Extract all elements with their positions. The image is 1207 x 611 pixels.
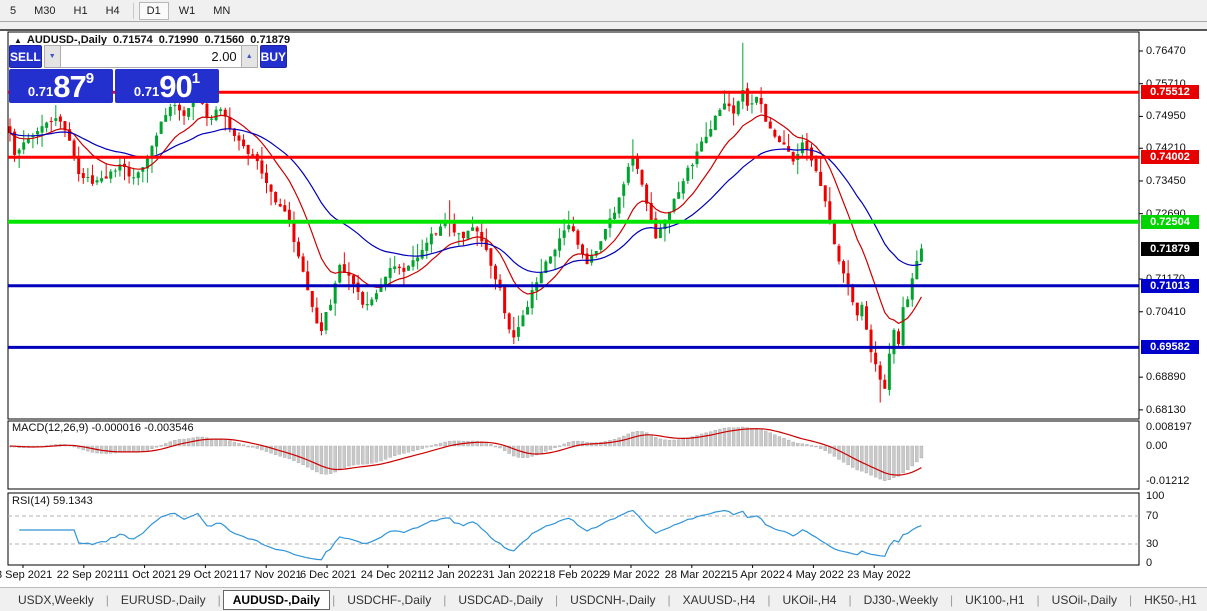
timeframe-button-h4[interactable]: H4 xyxy=(98,2,128,20)
sell-price-main: 87 xyxy=(53,69,86,104)
tab-separator: | xyxy=(767,592,771,607)
timeframe-button-mn[interactable]: MN xyxy=(205,2,238,20)
chart-tab-bar: USDX,Weekly | EURUSD-,Daily | AUDUSD-,Daily |… xyxy=(0,587,1207,611)
date-axis-label: 29 Oct 2021 xyxy=(178,569,239,581)
date-axis-label: 12 Jan 2022 xyxy=(421,569,483,581)
trading-platform-window: 5 M30 H1 H4 D1 W1 MN ▲ AUDUSD-,Daily 0.71574 0.71… xyxy=(0,0,1207,611)
tab-separator: | xyxy=(950,592,954,607)
chart-tab-ukoil-h4[interactable]: UKOil-,H4 xyxy=(772,591,846,609)
date-axis-label: 31 Jan 2022 xyxy=(482,569,543,581)
date-axis-label: 28 Mar 2022 xyxy=(664,569,727,581)
volume-stepper: ▼ ▲ xyxy=(43,45,258,68)
date-axis-label: 23 May 2022 xyxy=(847,569,911,581)
buy-price-box[interactable]: 0.71 90 1 xyxy=(115,69,219,103)
macd-scale-tick: 0.00 xyxy=(1146,440,1168,452)
rsi-scale-tick: 70 xyxy=(1146,510,1159,522)
chart-tab-usoil-daily[interactable]: USOil-,Daily xyxy=(1042,591,1127,609)
chart-tab-audusd-daily[interactable]: AUDUSD-,Daily xyxy=(222,589,331,610)
buy-price-prefix: 0.71 xyxy=(133,84,160,99)
rsi-indicator-label: RSI(14) 59.1343 xyxy=(12,495,93,507)
timeframe-button-m30[interactable]: M30 xyxy=(26,2,63,20)
date-axis-label: 15 Apr 2022 xyxy=(725,569,785,581)
macd-indicator-label: MACD(12,26,9) -0.000016 -0.003546 xyxy=(12,422,194,434)
chart-tab-xauusd-h4[interactable]: XAUUSD-,H4 xyxy=(673,591,766,609)
price-level-badge: 0.69582 xyxy=(1141,340,1199,354)
date-axis-label: 11 Oct 2021 xyxy=(117,569,177,581)
price-level-badge: 0.71879 xyxy=(1141,242,1199,256)
date-axis-label: 9 Mar 2022 xyxy=(604,569,660,581)
date-axis-label: 3 Sep 2021 xyxy=(0,569,53,581)
tab-separator: | xyxy=(217,592,221,607)
tab-separator: | xyxy=(848,592,852,607)
tab-separator: | xyxy=(332,592,336,607)
buy-button[interactable]: BUY xyxy=(259,45,288,68)
rsi-scale-tick: 100 xyxy=(1146,490,1165,502)
buy-price-pip: 1 xyxy=(191,70,201,87)
sell-price-box[interactable]: 0.71 87 9 xyxy=(9,69,113,103)
collapse-triangle-icon[interactable]: ▲ xyxy=(14,36,22,45)
date-axis-label: 6 Dec 2021 xyxy=(300,569,357,581)
price-axis-tick: 0.73450 xyxy=(1146,175,1186,187)
tab-separator: | xyxy=(1129,592,1133,607)
date-axis-label: 24 Dec 2021 xyxy=(360,569,424,581)
chart-tab-usdx-weekly[interactable]: USDX,Weekly xyxy=(8,591,104,609)
volume-decrease-button[interactable]: ▼ xyxy=(43,45,61,68)
rsi-scale-tick: 0 xyxy=(1146,557,1153,569)
date-axis-label: 17 Nov 2021 xyxy=(239,569,302,581)
tab-separator: | xyxy=(105,592,109,607)
tab-separator: | xyxy=(667,592,671,607)
chart-tab-usdcad-daily[interactable]: USDCAD-,Daily xyxy=(448,591,553,609)
sell-price-pip: 9 xyxy=(85,70,95,87)
buy-price-main: 90 xyxy=(159,69,192,104)
timeframe-button-5[interactable]: 5 xyxy=(2,2,24,20)
volume-input[interactable] xyxy=(60,45,241,68)
date-axis-label: 18 Feb 2022 xyxy=(543,569,605,581)
chart-window: ▲ AUDUSD-,Daily 0.71574 0.71990 0.71560 0.718… xyxy=(0,29,1207,587)
timeframe-button-d1[interactable]: D1 xyxy=(138,1,169,20)
rsi-scale-tick: 30 xyxy=(1146,538,1159,550)
sell-price-prefix: 0.71 xyxy=(27,84,54,99)
tab-separator: | xyxy=(1036,592,1040,607)
tab-separator: | xyxy=(443,592,447,607)
toolbar-separator xyxy=(132,2,134,19)
chart-tab-usdcnh-daily[interactable]: USDCNH-,Daily xyxy=(560,591,665,609)
date-axis-label: 4 May 2022 xyxy=(786,569,844,581)
chart-tab-uk100-h1[interactable]: UK100-,H1 xyxy=(955,591,1034,609)
price-axis-tick: 0.70410 xyxy=(1146,306,1186,318)
date-axis-label: 22 Sep 2021 xyxy=(56,569,120,581)
pane-borders xyxy=(7,31,1140,566)
timeframe-button-w1[interactable]: W1 xyxy=(171,2,204,20)
sell-button[interactable]: SELL xyxy=(9,45,42,68)
macd-scale-tick: -0.01212 xyxy=(1146,475,1190,487)
price-axis-tick: 0.68130 xyxy=(1146,404,1186,416)
timeframe-button-h1[interactable]: H1 xyxy=(66,2,96,20)
timeframe-toolbar: 5 M30 H1 H4 D1 W1 MN xyxy=(0,0,1207,22)
volume-increase-button[interactable]: ▲ xyxy=(240,45,258,68)
price-axis-tick: 0.68890 xyxy=(1146,371,1186,383)
macd-scale-tick: 0.008197 xyxy=(1146,421,1192,433)
price-axis-tick: 0.76470 xyxy=(1146,45,1186,57)
one-click-trade-panel: SELL ▼ ▲ BUY 0.71 87 9 0.71 90 1 xyxy=(9,45,288,103)
price-level-badge: 0.71013 xyxy=(1141,279,1199,293)
chart-tab-dj30-weekly[interactable]: DJ30-,Weekly xyxy=(854,591,948,609)
price-level-badge: 0.74002 xyxy=(1141,150,1199,164)
price-chart[interactable] xyxy=(0,31,1207,589)
tab-separator: | xyxy=(555,592,559,607)
chart-tab-hk50-h1[interactable]: HK50-,H1 xyxy=(1134,591,1207,609)
price-level-badge: 0.75512 xyxy=(1141,85,1199,99)
price-axis-tick: 0.74950 xyxy=(1146,110,1186,122)
chart-tab-usdchf-daily[interactable]: USDCHF-,Daily xyxy=(337,591,441,609)
chart-tab-eurusd-daily[interactable]: EURUSD-,Daily xyxy=(111,591,216,609)
price-level-badge: 0.72504 xyxy=(1141,215,1199,229)
